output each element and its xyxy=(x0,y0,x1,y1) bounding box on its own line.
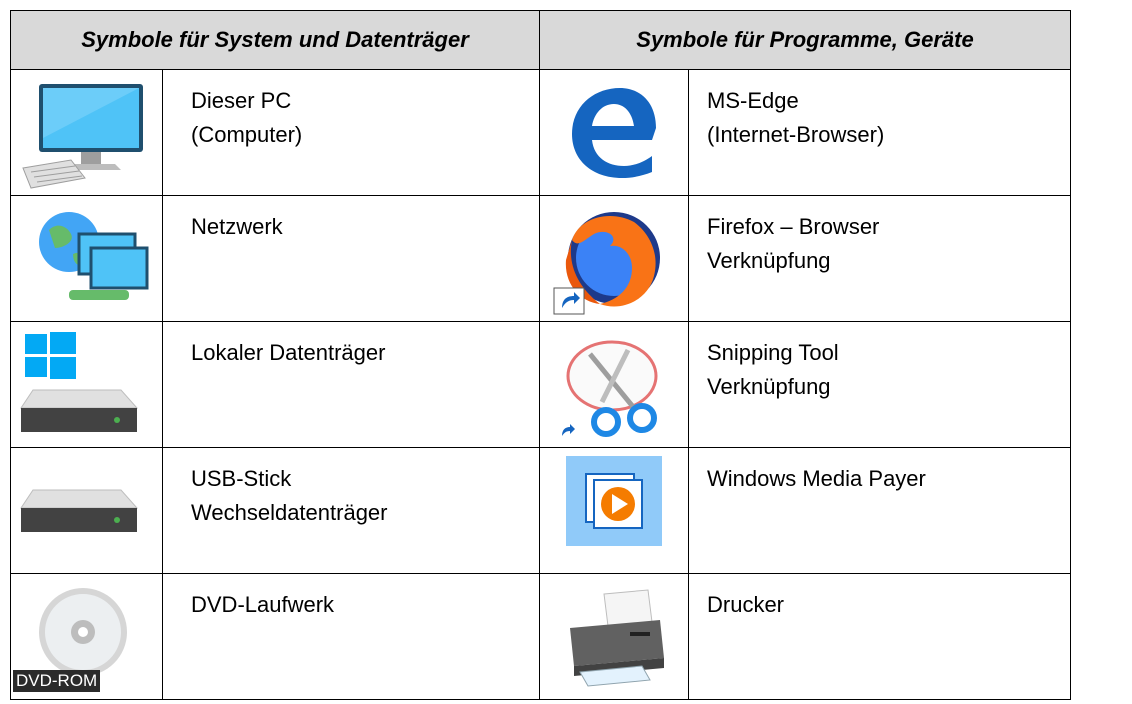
icon-cell: DVD-ROM xyxy=(10,573,163,700)
label-line-2: Verknüpfung xyxy=(707,374,831,399)
table-row: DVD-ROM DVD-Laufwerk Drucker xyxy=(10,573,1071,700)
dvd-drive-icon xyxy=(39,588,127,676)
description-cell: MS-Edge (Internet-Browser) xyxy=(688,69,1071,196)
label-line-1: Windows Media Payer xyxy=(707,466,926,491)
description-cell: USB-Stick Wechseldatenträger xyxy=(162,447,540,574)
usb-drive-icon xyxy=(20,489,139,532)
network-icon xyxy=(39,212,149,300)
icon-cell xyxy=(539,69,689,196)
description-cell: Firefox – Browser Verknüpfung xyxy=(688,195,1071,322)
description-cell: Snipping Tool Verknüpfung xyxy=(688,321,1071,448)
header-programs-devices: Symbole für Programme, Geräte xyxy=(539,10,1071,70)
description-cell: Netzwerk xyxy=(162,195,540,322)
label-line-1: Netzwerk xyxy=(191,214,283,239)
table-row: Lokaler Datenträger Snipping Tool Verknü… xyxy=(10,321,1071,448)
label-line-2: (Internet-Browser) xyxy=(707,122,885,147)
label-line-1: USB-Stick xyxy=(191,466,292,491)
label-line-1: MS-Edge xyxy=(707,88,799,113)
description-cell: Windows Media Payer xyxy=(688,447,1071,574)
label-line-1: Dieser PC xyxy=(191,88,292,113)
table-row: Dieser PC (Computer) MS-Edge (Internet-B… xyxy=(10,69,1071,196)
label-line-1: Firefox – Browser xyxy=(707,214,880,239)
label-line-1: Lokaler Datenträger xyxy=(191,340,386,365)
computer-icon xyxy=(22,84,143,189)
icon-cell xyxy=(539,447,689,574)
icon-cell xyxy=(539,321,689,448)
header-system-drives: Symbole für System und Datenträger xyxy=(10,10,540,70)
local-drive-icon xyxy=(20,332,139,432)
header-row: Symbole für System und Datenträger Symbo… xyxy=(10,10,1071,70)
icon-cell xyxy=(10,69,163,196)
description-cell: Dieser PC (Computer) xyxy=(162,69,540,196)
label-line-1: Drucker xyxy=(707,592,785,617)
description-cell: Drucker xyxy=(688,573,1071,700)
icon-table: Symbole für System und Datenträger Symbo… xyxy=(10,10,1071,700)
table-row: Netzwerk Firefox – Browser Verknüpfung xyxy=(10,195,1071,322)
icon-cell xyxy=(539,573,689,700)
table-row: USB-Stick Wechseldatenträger Windows Med… xyxy=(10,447,1071,574)
label-line-2: (Computer) xyxy=(191,122,303,147)
icon-cell xyxy=(10,447,163,574)
icon-cell xyxy=(10,195,163,322)
firefox-shortcut-icon xyxy=(553,212,660,315)
media-player-icon xyxy=(566,456,662,546)
snipping-tool-shortcut-icon xyxy=(558,340,658,438)
description-cell: DVD-Laufwerk xyxy=(162,573,540,700)
icon-cell xyxy=(10,321,163,448)
printer-icon xyxy=(570,589,664,687)
label-line-2: Verknüpfung xyxy=(707,248,831,273)
edge-icon xyxy=(572,88,656,178)
label-line-2: Wechseldatenträger xyxy=(191,500,388,525)
label-line-1: Snipping Tool xyxy=(707,340,839,365)
description-cell: Lokaler Datenträger xyxy=(162,321,540,448)
label-line-1: DVD-Laufwerk xyxy=(191,592,335,617)
icon-cell xyxy=(539,195,689,322)
dvd-rom-label: DVD-ROM xyxy=(13,670,101,692)
